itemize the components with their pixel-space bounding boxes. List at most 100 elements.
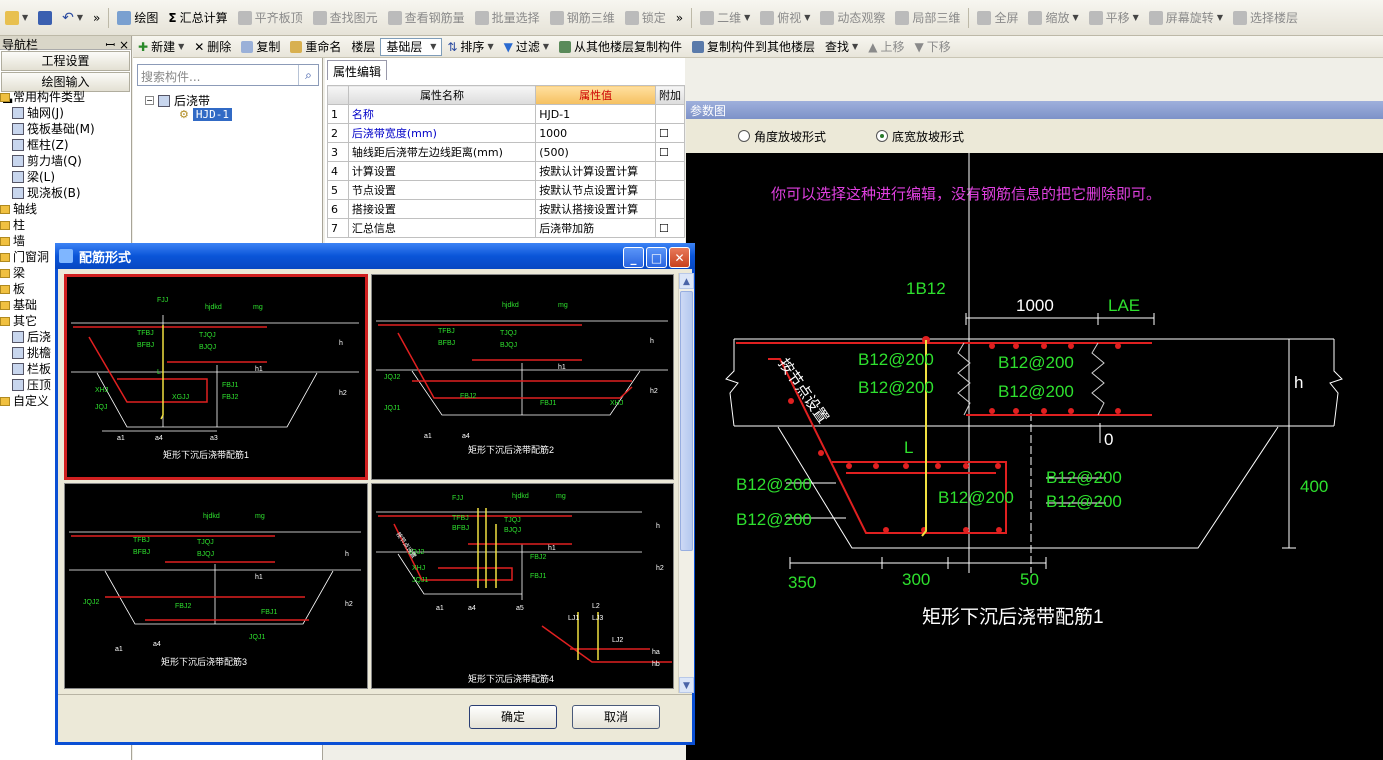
scroll-up-icon[interactable]: ▲ — [679, 273, 694, 289]
ok-button[interactable]: 确定 — [469, 705, 557, 729]
copy-from-floor-button[interactable]: 从其他楼层复制构件 — [554, 36, 687, 57]
tree-child-hjd1[interactable]: ⚙ HJD-1 — [179, 108, 232, 121]
thumb-diagram-3: hjdkd mg TFBJ BFBJ TJQJ BJQJ JQJ2 FBJ2 F… — [69, 513, 361, 667]
collapse-box-icon[interactable]: − — [145, 96, 154, 105]
close-icon[interactable]: × — [119, 38, 129, 52]
thumb-label: hjdkd — [203, 513, 220, 520]
rename-button[interactable]: 重命名 — [285, 36, 346, 57]
thumb-label: LJ2 — [612, 637, 623, 644]
rebar-option-1[interactable]: FJJ hjdkd mg TFBJ BFBJ TJQJ BJQJ XHJ JQJ… — [64, 274, 368, 480]
thumb-label: BJQJ — [199, 344, 216, 351]
tree-item-wall[interactable]: 剪力墙(Q) — [0, 153, 131, 169]
tree-common[interactable]: 常用构件类型 — [0, 89, 131, 105]
undo-button[interactable]: ↶ ▼ — [57, 7, 88, 29]
checkbox[interactable] — [654, 104, 686, 124]
table-row[interactable]: 5 节点设置 按默认节点设置计算 — [327, 180, 686, 200]
save-button[interactable] — [33, 7, 57, 29]
flat-button[interactable]: 平齐板顶 — [233, 7, 308, 29]
batch-select-button[interactable]: 批量选择 — [470, 7, 545, 29]
view-rebar-button[interactable]: 查看钢筋量 — [383, 7, 470, 29]
label-rebar-5: B12@200 — [736, 475, 812, 494]
thumb-label: hjdkd — [512, 493, 529, 500]
tree-item-column[interactable]: 框柱(Z) — [0, 137, 131, 153]
rotate-icon — [1148, 10, 1163, 25]
more-button-2[interactable]: » — [671, 7, 688, 29]
scroll-down-icon[interactable]: ▼ — [679, 677, 694, 693]
thumb-label: FBJ2 — [530, 554, 546, 561]
thumb-label: h2 — [345, 601, 353, 608]
view-2d-dropdown[interactable]: 二维 ▼ — [695, 7, 755, 29]
scroll-thumb[interactable] — [680, 291, 693, 551]
label-lae: LAE — [1108, 296, 1140, 315]
thumb-label: hjdkd — [205, 304, 222, 311]
new-button[interactable]: ✚ 新建 ▼ — [133, 36, 189, 57]
table-row[interactable]: 6 搭接设置 按默认搭接设置计算 — [327, 199, 686, 219]
options-scrollbar[interactable]: ▲ ▼ — [678, 273, 694, 693]
cancel-button[interactable]: 取消 — [572, 705, 660, 729]
more-button[interactable]: » — [88, 7, 105, 29]
open-button[interactable]: ▼ — [0, 7, 33, 29]
tree-item-raft[interactable]: 筏板基础(M) — [0, 121, 131, 137]
rebar-option-3[interactable]: hjdkd mg TFBJ BFBJ TJQJ BJQJ JQJ2 FBJ2 F… — [64, 483, 368, 689]
rebar-3d-button[interactable]: 钢筋三维 — [545, 7, 620, 29]
maximize-button[interactable]: □ — [646, 247, 667, 268]
rebar-option-4[interactable]: FJJ hjdkd mg TFBJ BFBJ TJQJ BJQJ JQJ2 XH… — [371, 483, 674, 689]
top-view-dropdown[interactable]: 俯视 ▼ — [755, 7, 815, 29]
close-icon: ✕ — [674, 250, 685, 265]
copy-icon — [241, 40, 254, 53]
zoom-dropdown[interactable]: 缩放 ▼ — [1023, 7, 1083, 29]
radio-angle[interactable]: 角度放坡形式 — [738, 128, 826, 145]
filter-button[interactable]: ▼ 过滤 ▼ — [499, 36, 554, 57]
tree-item-axis[interactable]: 轴网(J) — [0, 105, 131, 121]
radio-width[interactable]: 底宽放坡形式 — [876, 128, 964, 145]
folder-icon — [0, 204, 10, 214]
select-floor-button[interactable]: 选择楼层 — [1228, 7, 1303, 29]
pan-dropdown[interactable]: 平移 ▼ — [1084, 7, 1144, 29]
rebar-option-2[interactable]: hjdkd mg TFBJ BFBJ TJQJ BJQJ JQJ2 JQJ1 F… — [371, 274, 674, 480]
tree-group-axis[interactable]: 轴线 — [0, 201, 131, 217]
find-element-button[interactable]: 查找图元 — [308, 7, 383, 29]
orbit-button[interactable]: 动态观察 — [815, 7, 890, 29]
move-up-button[interactable]: ▲ 上移 — [863, 36, 909, 57]
table-row[interactable]: 7 汇总信息 后浇带加筋 ☐ — [327, 218, 686, 238]
draw-button[interactable]: 绘图 — [112, 7, 163, 29]
find-button[interactable]: 查找 ▼ — [820, 36, 863, 57]
table-row[interactable]: 4 计算设置 按默认计算设置计算 — [327, 161, 686, 181]
sum-button[interactable]: Σ 汇总计算 — [163, 7, 232, 29]
tree-item-slab[interactable]: 现浇板(B) — [0, 185, 131, 201]
checkbox[interactable]: ☐ — [654, 218, 686, 238]
checkbox[interactable]: ☐ — [654, 123, 686, 143]
tab-properties[interactable]: 属性编辑 — [327, 60, 387, 80]
fullscreen-button[interactable]: 全屏 — [972, 7, 1023, 29]
lock-button[interactable]: 锁定 — [620, 7, 671, 29]
raft-icon — [12, 123, 24, 135]
project-settings-button[interactable]: 工程设置 — [1, 51, 130, 71]
move-down-button[interactable]: ▼ 下移 — [909, 36, 955, 57]
copy-button[interactable]: 复制 — [236, 36, 285, 57]
copy-to-floor-button[interactable]: 复制构件到其他楼层 — [687, 36, 820, 57]
pin-icon[interactable]: ꟷ — [105, 38, 115, 52]
thumb-label: h2 — [650, 388, 658, 395]
search-button[interactable]: ⌕ — [298, 65, 318, 85]
tree-root-postcast[interactable]: − 后浇带 — [145, 92, 210, 109]
rotate-dropdown[interactable]: 屏幕旋转 ▼ — [1144, 7, 1228, 29]
delete-button[interactable]: ✕ 删除 — [189, 36, 236, 57]
local-3d-button[interactable]: 局部三维 — [890, 7, 965, 29]
floor-select[interactable]: 基础层 ▼ — [380, 37, 443, 56]
thumb-label: FBJ1 — [530, 573, 546, 580]
thumb-label: a5 — [516, 605, 524, 612]
search-input[interactable]: 搜索构件... ⌕ — [137, 64, 319, 86]
thumb-label: L2 — [592, 603, 600, 610]
table-row[interactable]: 2 后浇带宽度(mm) 1000 ☐ — [327, 123, 686, 143]
checkbox[interactable]: ☐ — [654, 142, 686, 162]
table-row[interactable]: 3 轴线距后浇带左边线距离(mm) (500) ☐ — [327, 142, 686, 162]
minimize-button[interactable]: _ — [623, 247, 644, 268]
label-300: 300 — [902, 570, 930, 589]
postcast-icon — [158, 94, 170, 107]
close-button[interactable]: ✕ — [669, 247, 690, 268]
thumb-label: BFBJ — [438, 340, 455, 347]
tree-item-beam[interactable]: 梁(L) — [0, 169, 131, 185]
tree-group-column[interactable]: 柱 — [0, 217, 131, 233]
sort-button[interactable]: ⇅ 排序 ▼ — [442, 36, 498, 57]
table-row[interactable]: 1 名称 HJD-1 — [327, 104, 686, 124]
